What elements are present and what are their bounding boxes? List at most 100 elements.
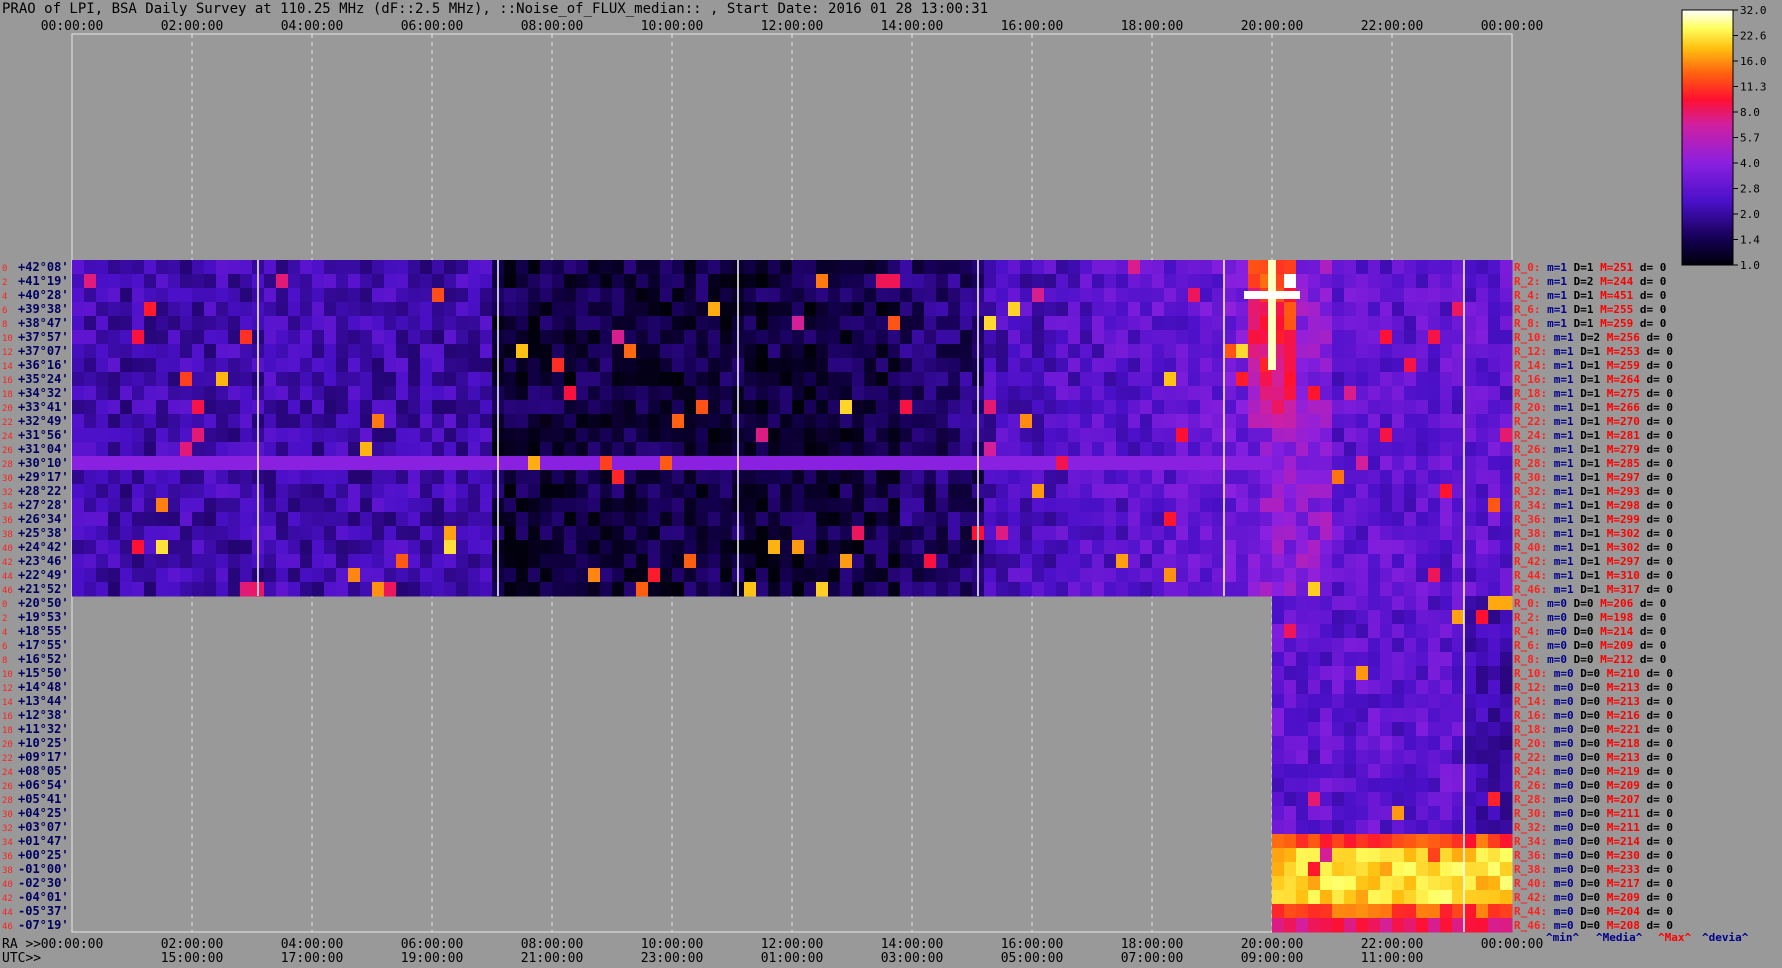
heatmap-cell xyxy=(1392,582,1405,597)
heatmap-cell xyxy=(1176,568,1189,583)
heatmap-cell xyxy=(1488,288,1501,303)
heatmap-cell xyxy=(1464,554,1477,569)
heatmap-cell xyxy=(1404,778,1417,793)
heatmap-cell xyxy=(624,344,637,359)
heatmap-cell xyxy=(768,372,781,387)
heatmap-cell xyxy=(1296,358,1309,373)
heatmap-cell xyxy=(324,540,337,555)
heatmap-cell xyxy=(408,526,421,541)
heatmap-cell xyxy=(864,330,877,345)
heatmap-cell xyxy=(1308,302,1321,317)
heatmap-cell xyxy=(708,470,721,485)
heatmap-cell xyxy=(1044,386,1057,401)
heatmap-cell xyxy=(372,330,385,345)
heatmap-cell xyxy=(1380,890,1393,905)
heatmap-cell xyxy=(396,568,409,583)
heatmap-cell xyxy=(1044,302,1057,317)
heatmap-cell xyxy=(192,526,205,541)
heatmap-cell xyxy=(180,316,193,331)
heatmap-cell xyxy=(960,358,973,373)
heatmap-cell xyxy=(396,260,409,275)
heatmap-cell xyxy=(1284,806,1297,821)
heatmap-cell xyxy=(156,540,169,555)
heatmap-cell xyxy=(1440,848,1453,863)
heatmap-cell xyxy=(1476,372,1489,387)
heatmap-cell xyxy=(348,414,361,429)
heatmap-cell xyxy=(192,372,205,387)
heatmap-cell xyxy=(756,288,769,303)
heatmap-cell xyxy=(780,358,793,373)
heatmap-cell xyxy=(924,358,937,373)
heatmap-cell xyxy=(564,316,577,331)
heatmap-cell xyxy=(1452,288,1465,303)
row-number: 34 xyxy=(2,502,13,512)
heatmap-cell xyxy=(1332,344,1345,359)
heatmap-cell xyxy=(132,568,145,583)
heatmap-cell xyxy=(1080,316,1093,331)
stats-row: R_16: m=0 D=0 M=216 d= 0 xyxy=(1514,709,1673,722)
heatmap-cell xyxy=(672,414,685,429)
row-number: 38 xyxy=(2,866,13,876)
heatmap-cell xyxy=(528,400,541,415)
heatmap-cell xyxy=(468,526,481,541)
heatmap-cell xyxy=(576,414,589,429)
heatmap-cell xyxy=(1008,456,1021,471)
heatmap-cell xyxy=(744,470,757,485)
heatmap-cell xyxy=(300,274,313,289)
heatmap-cell xyxy=(660,288,673,303)
heatmap-cell xyxy=(1188,568,1201,583)
heatmap-cell xyxy=(1296,512,1309,527)
heatmap-cell xyxy=(228,526,241,541)
heatmap-cell xyxy=(636,260,649,275)
heatmap-cell xyxy=(864,302,877,317)
heatmap-cell xyxy=(876,470,889,485)
heatmap-cell xyxy=(84,372,97,387)
heatmap-cell xyxy=(336,274,349,289)
heatmap-cell xyxy=(540,428,553,443)
stats-d: d= 0 xyxy=(1640,723,1673,736)
heatmap-cell xyxy=(1296,834,1309,849)
heatmap-cell xyxy=(924,456,937,471)
heatmap-cell xyxy=(204,414,217,429)
heatmap-cell xyxy=(96,442,109,457)
heatmap-cell xyxy=(984,288,997,303)
heatmap-cell xyxy=(744,442,757,457)
heatmap-cell xyxy=(72,330,85,345)
heatmap-cell xyxy=(1092,316,1105,331)
heatmap-cell xyxy=(216,274,229,289)
heatmap-cell xyxy=(1080,260,1093,275)
heatmap-cell xyxy=(348,498,361,513)
stats-m: m=0 xyxy=(1547,821,1574,834)
stats-D: D=1 xyxy=(1574,583,1601,596)
heatmap-cell xyxy=(240,470,253,485)
heatmap-cell xyxy=(1404,498,1417,513)
heatmap-cell xyxy=(1272,680,1285,695)
heatmap-cell xyxy=(960,344,973,359)
heatmap-cell xyxy=(1428,652,1441,667)
heatmap-cell xyxy=(948,344,961,359)
stats-d: d= 0 xyxy=(1640,555,1673,568)
stats-d: d= 0 xyxy=(1633,653,1666,666)
heatmap-cell xyxy=(936,540,949,555)
heatmap-cell xyxy=(1320,638,1333,653)
heatmap-cell xyxy=(1500,680,1513,695)
heatmap-cell xyxy=(396,526,409,541)
heatmap-cell xyxy=(1224,386,1237,401)
heatmap-cell xyxy=(1500,918,1513,933)
heatmap-cell xyxy=(1392,638,1405,653)
stats-M: M=213 xyxy=(1600,695,1640,708)
heatmap-cell xyxy=(264,442,277,457)
heatmap-cell xyxy=(372,358,385,373)
ra-axis-tick-label: 02:00:00 xyxy=(161,937,224,952)
utc-axis-tick-label: 11:00:00 xyxy=(1361,951,1424,966)
heatmap-cell xyxy=(1080,358,1093,373)
heatmap-cell xyxy=(1440,624,1453,639)
heatmap-cell xyxy=(132,316,145,331)
heatmap-cell xyxy=(1152,484,1165,499)
heatmap-cell xyxy=(816,428,829,443)
heatmap-cell xyxy=(756,386,769,401)
stats-m: m=1 xyxy=(1541,317,1568,330)
heatmap-cell xyxy=(768,288,781,303)
heatmap-cell xyxy=(288,330,301,345)
heatmap-cell xyxy=(1464,484,1477,499)
